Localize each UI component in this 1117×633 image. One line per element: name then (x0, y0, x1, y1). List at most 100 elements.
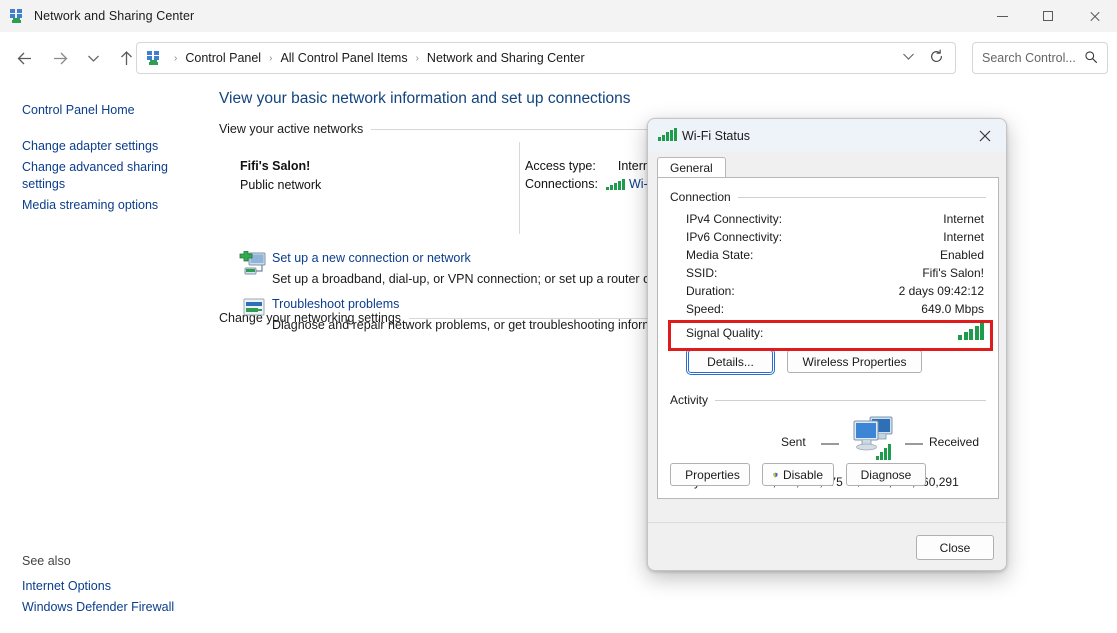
search-box[interactable]: Search Control... (972, 42, 1108, 74)
back-button[interactable] (8, 42, 40, 74)
connection-row: Speed: 649.0 Mbps (686, 302, 984, 316)
received-connector (905, 443, 923, 445)
recent-locations-button[interactable] (80, 42, 106, 74)
duration-label: Duration: (686, 284, 735, 298)
address-bar-actions (895, 49, 955, 67)
ssid-value: Fifi's Salon! (922, 266, 984, 280)
forward-button[interactable] (44, 42, 76, 74)
minimize-button[interactable] (979, 0, 1025, 32)
properties-button[interactable]: Properties (670, 463, 750, 486)
active-network-type: Public network (240, 178, 322, 192)
group-rule (737, 196, 986, 198)
maximize-icon (1043, 11, 1053, 21)
refresh-icon (930, 49, 942, 62)
active-networks-heading-label: View your active networks (219, 122, 364, 136)
breadcrumb-root-icon (146, 50, 162, 66)
dialog-title: Wi-Fi Status (682, 128, 751, 143)
sidebar: Control Panel Home Change adapter settin… (0, 84, 208, 633)
close-dialog-button[interactable]: Close (916, 535, 994, 560)
connection-row: Media State: Enabled (686, 248, 984, 262)
two-computers-icon (848, 413, 900, 470)
window-controls (979, 0, 1117, 32)
previous-locations-button[interactable] (895, 52, 921, 64)
breadcrumb-separator: › (269, 52, 273, 64)
media-state-value: Enabled (939, 248, 984, 262)
window-title: Network and Sharing Center (34, 9, 195, 23)
access-type-label: Access type: (525, 159, 596, 173)
page-title: View your basic network information and … (219, 90, 631, 107)
connection-group-heading: Connection (670, 190, 986, 204)
arrow-left-icon (17, 52, 31, 64)
active-network-identity: Fifi's Salon! Public network (240, 159, 321, 192)
dialog-action-buttons: Properties Disable Diagnose (670, 463, 926, 486)
properties-button-label: Properties (685, 467, 740, 482)
details-button[interactable]: Details... (686, 348, 775, 375)
close-window-button[interactable] (1071, 0, 1117, 32)
sidebar-item-change-adapter-settings[interactable]: Change adapter settings (0, 136, 170, 157)
sidebar-item-windows-defender-firewall[interactable]: Windows Defender Firewall (0, 597, 174, 618)
see-also-heading: See also (22, 554, 71, 568)
speed-label: Speed: (686, 302, 725, 316)
breadcrumb-control-panel[interactable]: Control Panel (183, 51, 263, 65)
sidebar-item-change-advanced-sharing-settings[interactable]: Change advanced sharing settings (0, 157, 170, 195)
ipv6-connectivity-value: Internet (943, 230, 984, 244)
signal-quality-row: Signal Quality: (686, 320, 984, 340)
signal-quality-label: Signal Quality: (686, 326, 764, 340)
search-icon[interactable] (1084, 50, 1098, 67)
wifi-signal-icon (658, 127, 677, 144)
ipv4-connectivity-label: IPv4 Connectivity: (686, 212, 783, 226)
wireless-properties-button[interactable]: Wireless Properties (787, 350, 922, 373)
minimize-icon (996, 15, 1008, 17)
connection-group-label: Connection (670, 190, 731, 204)
arrow-right-icon (53, 52, 67, 64)
breadcrumb-network-and-sharing-center[interactable]: Network and Sharing Center (425, 51, 587, 65)
sidebar-item-media-streaming-options[interactable]: Media streaming options (0, 195, 170, 216)
chevron-down-icon (87, 55, 99, 62)
network-sharing-center-window: Network and Sharing Center › Control Pan… (0, 0, 1117, 633)
active-network-name: Fifi's Salon! (240, 159, 311, 173)
dialog-footer: Close (648, 522, 1006, 570)
connection-row: SSID: Fifi's Salon! (686, 266, 984, 280)
uac-shield-icon (773, 472, 778, 477)
sent-label: Sent (781, 435, 806, 449)
breadcrumb-all-control-panel-items[interactable]: All Control Panel Items (278, 51, 409, 65)
dialog-close-icon[interactable] (964, 119, 1006, 152)
speed-value: 649.0 Mbps (921, 302, 984, 316)
dialog-tabstrip: General (657, 157, 726, 178)
general-tab-panel: Connection IPv4 Connectivity: Internet I… (657, 177, 999, 499)
media-state-label: Media State: (686, 248, 754, 262)
breadcrumb-separator: › (174, 52, 178, 64)
connections-label: Connections: (525, 177, 598, 191)
activity-group-heading: Activity (670, 393, 986, 407)
disable-button[interactable]: Disable (762, 463, 834, 486)
disable-button-label: Disable (782, 467, 823, 482)
close-icon (1089, 11, 1100, 22)
address-bar[interactable]: › Control Panel › All Control Panel Item… (136, 42, 956, 74)
connection-row: Duration: 2 days 09:42:12 (686, 284, 984, 298)
group-rule (715, 399, 986, 401)
diagnose-button[interactable]: Diagnose (846, 463, 926, 486)
network-sharing-center-icon (9, 8, 25, 24)
sent-connector (821, 443, 839, 445)
sidebar-item-internet-options[interactable]: Internet Options (0, 576, 174, 597)
tab-general[interactable]: General (657, 157, 726, 178)
activity-body: Sent Received (658, 413, 998, 501)
wifi-signal-icon (605, 178, 625, 190)
connection-row: IPv4 Connectivity: Internet (686, 212, 984, 226)
window-titlebar: Network and Sharing Center (0, 0, 1117, 32)
search-input[interactable]: Search Control... (982, 51, 1076, 65)
refresh-button[interactable] (921, 49, 951, 67)
connection-row: IPv6 Connectivity: Internet (686, 230, 984, 244)
received-label: Received (929, 435, 980, 449)
maximize-button[interactable] (1025, 0, 1071, 32)
sidebar-item-control-panel-home[interactable]: Control Panel Home (0, 100, 135, 121)
ssid-label: SSID: (686, 266, 718, 280)
duration-value: 2 days 09:42:12 (898, 284, 984, 298)
new-connection-icon (238, 250, 272, 286)
signal-bars-icon (958, 323, 984, 340)
connection-properties-list: IPv4 Connectivity: Internet IPv6 Connect… (686, 212, 984, 340)
active-network-divider (519, 142, 520, 234)
wifi-status-dialog: Wi-Fi Status General Connection IPv4 Con… (647, 118, 1007, 571)
breadcrumb-separator: › (415, 52, 419, 64)
connection-buttons: Details... Wireless Properties (686, 348, 998, 375)
